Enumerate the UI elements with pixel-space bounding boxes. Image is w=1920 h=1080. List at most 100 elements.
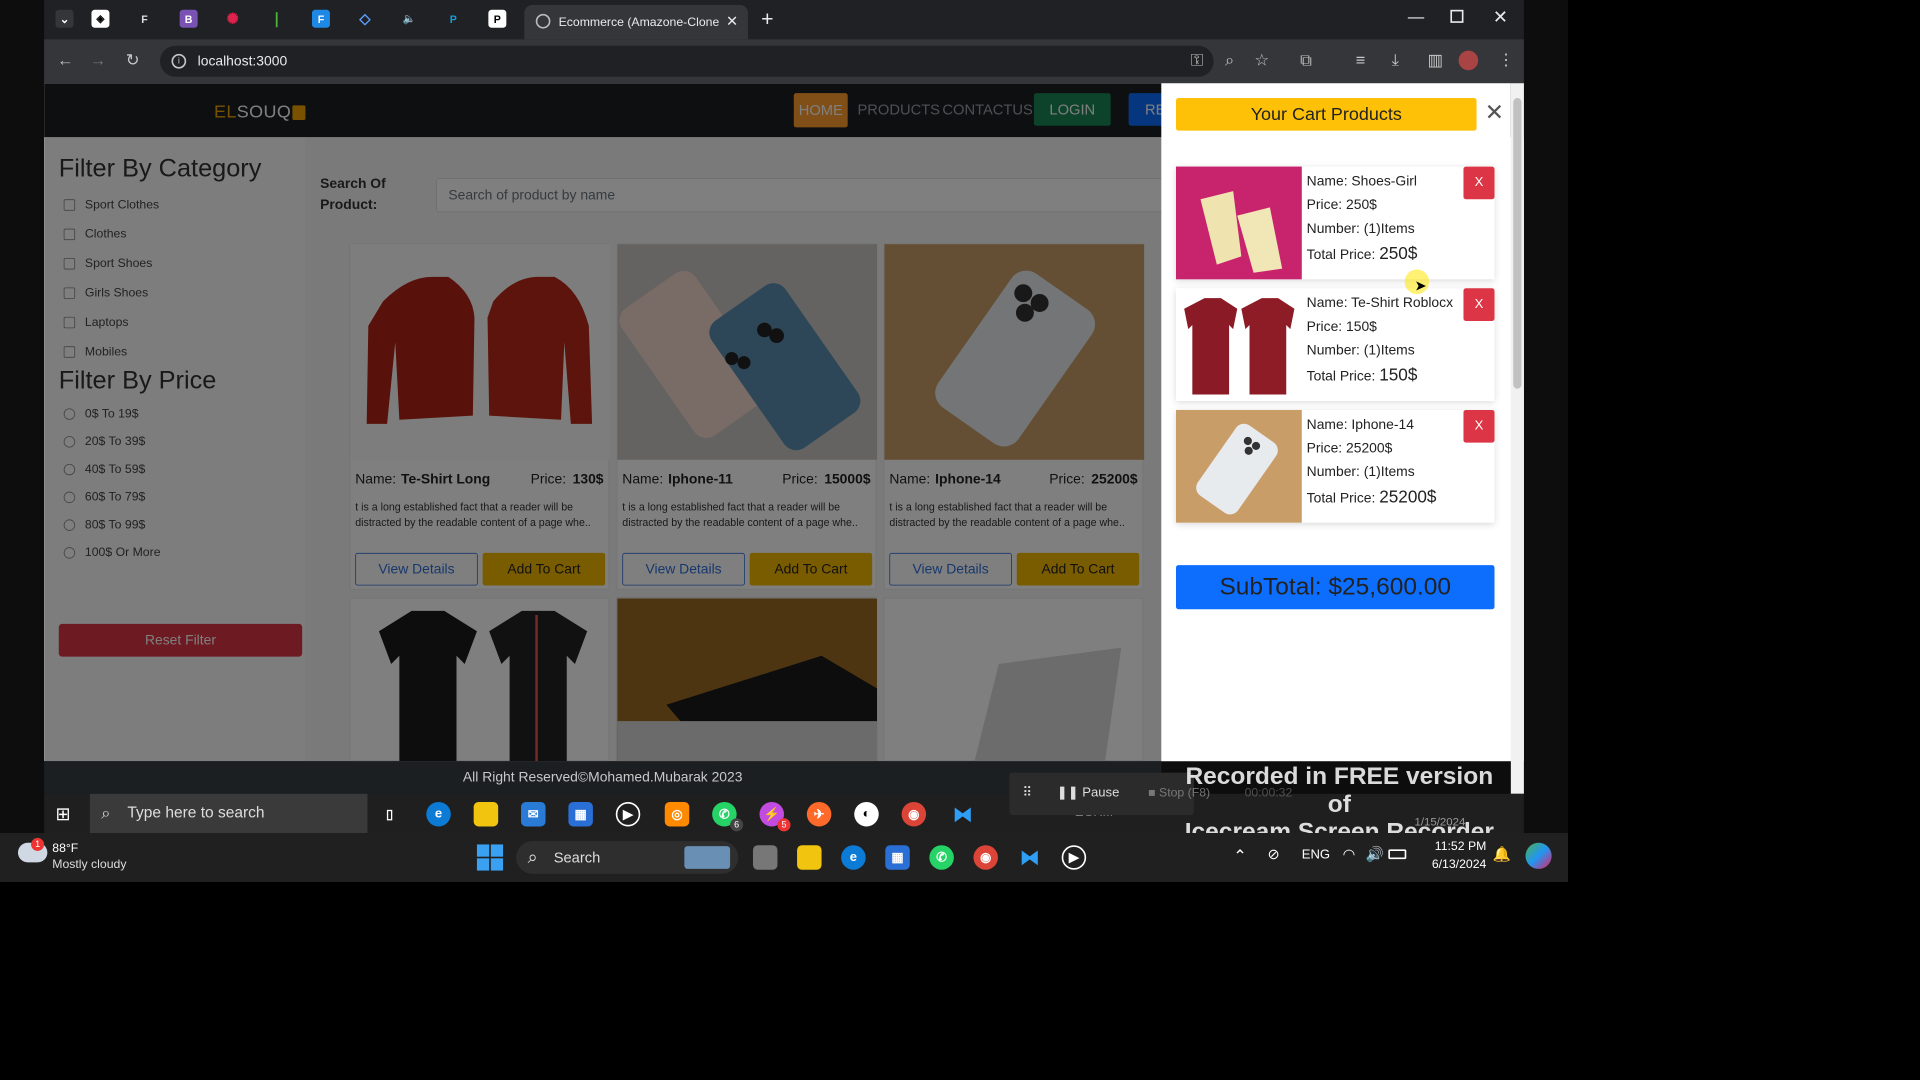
cart-item: Name: Shoes-Girl Price: 250$ Number: (1)… bbox=[1176, 166, 1495, 280]
bookmark-star-icon[interactable]: ☆ bbox=[1254, 51, 1269, 71]
browser-tab-bar: ⌄ ◈ F B ✺ ❘ F ◇ 🔈 P P Ecommerce (Amazone… bbox=[44, 0, 1524, 40]
taskbar-search[interactable]: ⌕ Search bbox=[516, 841, 739, 874]
tab-close-icon[interactable]: ✕ bbox=[726, 13, 738, 30]
whatsapp-icon[interactable]: ✆ bbox=[929, 845, 954, 870]
cart-item-image bbox=[1176, 409, 1302, 523]
browser-toolbar: ← → ↻ i localhost:3000 ⚿ ⌕ ☆ ⧉ ≡ ⤓ ▥ ⋮ bbox=[44, 39, 1524, 84]
tab-list-chevron-icon[interactable]: ⌄ bbox=[55, 9, 74, 28]
taskbar-search-input[interactable]: ⌕ Type here to search bbox=[89, 793, 368, 834]
vscode-icon[interactable]: ⧓ bbox=[951, 802, 976, 827]
cart-backdrop[interactable] bbox=[44, 83, 1206, 762]
cart-item: Name: Te-Shirt Roblocx Price: 150$ Numbe… bbox=[1176, 288, 1495, 401]
page-scrollbar[interactable] bbox=[1510, 83, 1524, 794]
search-highlight-image bbox=[684, 846, 731, 869]
side-panel-icon[interactable]: ▥ bbox=[1428, 51, 1443, 71]
remove-cart-item-button[interactable]: X bbox=[1463, 409, 1495, 443]
remove-cart-item-button[interactable]: X bbox=[1463, 288, 1495, 321]
whatsapp-badge: 6 bbox=[730, 818, 744, 832]
chrome-icon[interactable]: ◉ bbox=[973, 845, 998, 870]
tab-favicon-1[interactable]: ◈ bbox=[91, 9, 110, 28]
media-control-icon[interactable]: ≡ bbox=[1356, 51, 1366, 71]
forward-arrow-icon[interactable]: → bbox=[90, 51, 106, 71]
password-key-icon[interactable]: ⚿ bbox=[1191, 51, 1203, 71]
maroon-polo-image bbox=[1184, 298, 1295, 395]
mouse-cursor-icon: ➤ bbox=[1414, 277, 1427, 295]
site-info-icon[interactable]: i bbox=[171, 53, 187, 69]
windows-start-icon[interactable] bbox=[476, 844, 504, 871]
download-icon[interactable]: ⤓ bbox=[1392, 51, 1399, 71]
notification-bell-icon[interactable]: 🔔 bbox=[1493, 846, 1511, 863]
tab-favicon-mongodb[interactable]: ❘ bbox=[268, 10, 286, 28]
cart-item-total: Total Price: 150$ bbox=[1306, 365, 1418, 385]
tab-favicon-blue[interactable]: F bbox=[311, 9, 330, 28]
cart-panel: Your Cart Products ✕ Name: Shoes-Girl Pr… bbox=[1161, 83, 1511, 762]
windows-start-icon[interactable]: ⊞ bbox=[56, 804, 71, 825]
cart-item-name: Name: Shoes-Girl bbox=[1306, 173, 1418, 189]
window-close-icon[interactable]: ✕ bbox=[1493, 7, 1508, 28]
file-explorer-icon[interactable] bbox=[797, 845, 822, 870]
chrome-icon[interactable]: ◉ bbox=[901, 801, 927, 827]
address-text: localhost:3000 bbox=[197, 53, 288, 69]
task-view-icon[interactable]: ▯ bbox=[377, 802, 402, 827]
new-tab-plus-icon[interactable]: + bbox=[761, 7, 773, 32]
edge-icon[interactable]: e bbox=[426, 801, 451, 827]
tab-favicon-diamond[interactable]: ◇ bbox=[356, 10, 374, 28]
tab-favicon-framer[interactable]: F bbox=[136, 10, 154, 28]
mail-icon[interactable]: ✉ bbox=[521, 801, 546, 827]
tab-active[interactable]: Ecommerce (Amazone-Clone) A ✕ bbox=[524, 4, 749, 40]
extensions-icon[interactable]: ⧉ bbox=[1300, 51, 1312, 71]
cart-item-number: Number: (1)Items bbox=[1306, 463, 1415, 480]
back-arrow-icon[interactable]: ← bbox=[57, 51, 73, 71]
language-indicator[interactable]: ENG bbox=[1302, 848, 1330, 863]
tab-favicon-paypal-2[interactable]: P bbox=[488, 9, 507, 28]
scrollbar-thumb[interactable] bbox=[1513, 98, 1522, 389]
cart-item-price: Price: 150$ bbox=[1306, 318, 1377, 335]
profile-avatar[interactable] bbox=[1458, 50, 1479, 71]
cart-item-image bbox=[1176, 288, 1302, 401]
tab-favicon-bootstrap[interactable]: B bbox=[179, 9, 198, 28]
cart-subtotal: SubTotal: $25,600.00 bbox=[1176, 565, 1495, 610]
ghost-date: 1/15/2024 bbox=[1414, 815, 1466, 829]
tab-audio-icon[interactable]: 🔈 bbox=[400, 10, 418, 28]
zoom-icon[interactable]: ⌕ bbox=[1225, 51, 1234, 71]
messenger-badge: 5 bbox=[777, 818, 791, 832]
minimize-icon[interactable]: — bbox=[1408, 8, 1424, 27]
volume-icon[interactable]: 🔊 bbox=[1365, 846, 1383, 863]
battery-icon[interactable] bbox=[1388, 849, 1407, 860]
edge-icon[interactable]: e bbox=[841, 845, 866, 870]
reload-icon[interactable]: ↻ bbox=[126, 51, 140, 71]
cart-close-icon[interactable]: ✕ bbox=[1485, 101, 1504, 124]
clock-date[interactable]: 6/13/2024 bbox=[1421, 858, 1486, 872]
clock-time[interactable]: 11:52 PM bbox=[1421, 840, 1487, 854]
weather-temp: 88°F bbox=[52, 841, 79, 856]
browser-menu-icon[interactable]: ⋮ bbox=[1498, 51, 1514, 71]
cart-item-image bbox=[1176, 166, 1302, 280]
store-icon[interactable]: ▦ bbox=[568, 801, 593, 827]
network-off-icon[interactable]: ⊘ bbox=[1267, 846, 1279, 863]
remove-cart-item-button[interactable]: X bbox=[1463, 166, 1495, 200]
weather-badge: 1 bbox=[31, 837, 45, 851]
pause-button[interactable]: ❚❚ Pause bbox=[1057, 784, 1120, 800]
tab-favicon-nest[interactable]: ✺ bbox=[224, 10, 242, 28]
wifi-icon[interactable]: ◠ bbox=[1343, 846, 1356, 863]
cart-item-number: Number: (1)Items bbox=[1306, 220, 1415, 237]
restore-icon[interactable] bbox=[1450, 9, 1464, 23]
store-icon[interactable]: ▦ bbox=[885, 845, 910, 870]
file-explorer-icon[interactable] bbox=[473, 801, 499, 827]
tray-chevron-icon[interactable]: ⌃ bbox=[1233, 846, 1247, 866]
tab-title: Ecommerce (Amazone-Clone) A bbox=[558, 15, 719, 29]
task-view-icon[interactable] bbox=[752, 845, 778, 870]
app-orange-icon[interactable]: ◎ bbox=[664, 801, 690, 827]
cart-item-price: Price: 25200$ bbox=[1306, 440, 1393, 456]
windows-taskbar: 1 88°F Mostly cloudy ⌕ Search e ▦ ✆ ◉ ⧓ … bbox=[0, 833, 1569, 883]
copilot-icon[interactable] bbox=[1525, 842, 1552, 869]
tab-favicon-paypal[interactable]: P bbox=[444, 10, 462, 28]
media-player-icon[interactable]: ▶ bbox=[1061, 845, 1087, 870]
vscode-icon[interactable]: ⧓ bbox=[1018, 845, 1043, 870]
iphone-14-image bbox=[1196, 423, 1278, 515]
address-bar[interactable]: i localhost:3000 bbox=[160, 45, 1214, 77]
app-black-white-icon[interactable]: ◐ bbox=[854, 801, 879, 827]
postman-icon[interactable]: ✈ bbox=[806, 801, 832, 827]
drag-handle-icon[interactable]: ⠿ bbox=[1022, 784, 1032, 800]
media-player-icon[interactable]: ▶ bbox=[615, 801, 641, 827]
